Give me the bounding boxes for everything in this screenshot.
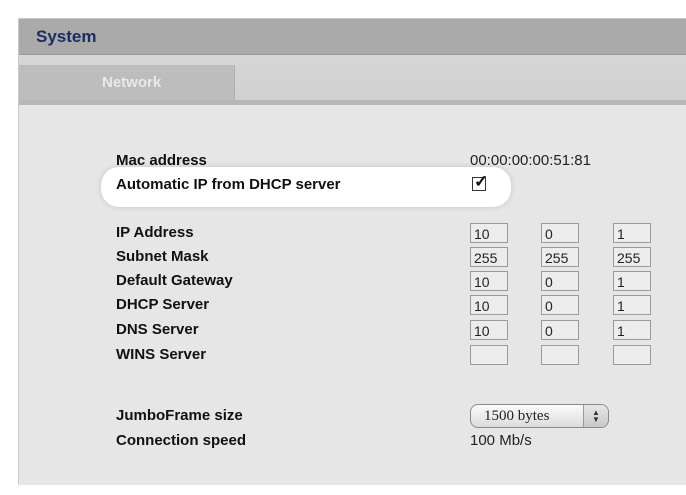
dns-server-label: DNS Server (116, 321, 199, 338)
dns-server-octet-3[interactable]: 1 (613, 320, 651, 340)
ip-address-octet-2[interactable]: 0 (541, 223, 579, 243)
dhcp-server-octet-3[interactable]: 1 (613, 295, 651, 315)
dhcp-server-octet-1[interactable]: 10 (470, 295, 508, 315)
jumboframe-select[interactable]: 1500 bytes ▲ ▼ (470, 404, 609, 428)
jumboframe-label: JumboFrame size (116, 407, 243, 424)
tab-network-label: Network (102, 74, 162, 91)
ip-address-octet-1[interactable]: 10 (470, 223, 508, 243)
connection-speed-label: Connection speed (116, 432, 247, 449)
dns-server-octet-2[interactable]: 0 (541, 320, 579, 340)
checkmark-icon: ✓ (474, 172, 489, 191)
wins-server-octet-3[interactable] (613, 345, 651, 365)
dhcp-label: Automatic IP from DHCP server (116, 176, 341, 193)
dhcp-server-octet-2[interactable]: 0 (541, 295, 579, 315)
default-gateway-octet-1[interactable]: 10 (470, 271, 508, 291)
settings-window: System Network Mac address 00:00:00:00:5… (18, 18, 686, 485)
connection-speed-value: 100 Mb/s (470, 432, 532, 449)
window-title: System (36, 27, 97, 46)
wins-server-octet-1[interactable] (470, 345, 508, 365)
tab-bar: Network (19, 55, 686, 101)
dhcp-server-label: DHCP Server (116, 296, 210, 313)
jumboframe-selected-value: 1500 bytes (484, 408, 550, 424)
subnet-mask-octet-3[interactable]: 255 (613, 247, 651, 267)
ip-address-label: IP Address (116, 224, 194, 241)
default-gateway-octet-3[interactable]: 1 (613, 271, 651, 291)
dns-server-octet-1[interactable]: 10 (470, 320, 508, 340)
wins-server-label: WINS Server (116, 346, 207, 363)
dhcp-checkbox[interactable]: ✓ (472, 173, 488, 191)
default-gateway-octet-2[interactable]: 0 (541, 271, 579, 291)
tab-network[interactable]: Network (19, 65, 235, 101)
subnet-mask-octet-2[interactable]: 255 (541, 247, 579, 267)
subnet-mask-label: Subnet Mask (116, 248, 209, 265)
title-bar: System (19, 19, 686, 55)
tab-divider (19, 100, 686, 105)
subnet-mask-octet-1[interactable]: 255 (470, 247, 508, 267)
wins-server-octet-2[interactable] (541, 345, 579, 365)
ip-address-octet-3[interactable]: 1 (613, 223, 651, 243)
default-gateway-label: Default Gateway (116, 272, 233, 289)
stepper-arrows-icon: ▲ ▼ (583, 405, 608, 427)
